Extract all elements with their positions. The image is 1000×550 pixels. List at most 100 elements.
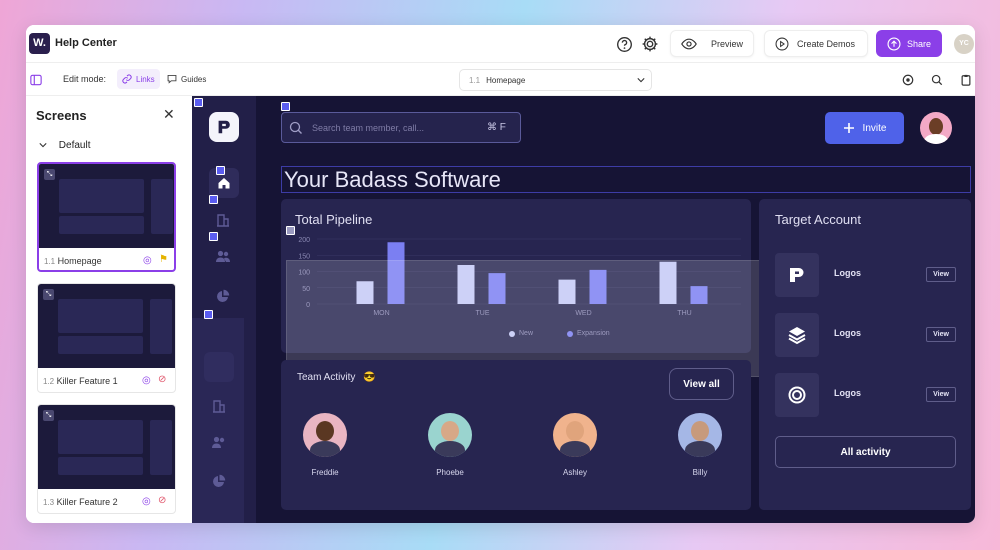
- users-icon[interactable]: [215, 249, 231, 268]
- member-avatar: [303, 413, 347, 457]
- screen-label: 1.1 Homepage: [44, 256, 102, 266]
- screen-group-default[interactable]: Default: [39, 140, 90, 151]
- screen-name: Homepage: [57, 256, 102, 266]
- thumbnail-preview-image: ⤡: [39, 164, 174, 248]
- screen-select[interactable]: 1.1 Homepage: [459, 69, 652, 91]
- target-icon[interactable]: ◎: [142, 496, 151, 507]
- member-name: Billy: [692, 468, 708, 477]
- search-icon[interactable]: [931, 73, 945, 87]
- hotspot-marker[interactable]: [209, 195, 218, 204]
- screen-number: 1.1: [44, 257, 56, 266]
- view-button[interactable]: View: [926, 387, 956, 402]
- chevron-down-icon: [39, 143, 47, 148]
- screen-label: 1.3 Killer Feature 2: [43, 497, 118, 507]
- message-icon: [167, 74, 177, 84]
- team-member[interactable]: Billy: [670, 413, 730, 477]
- hotspot-marker[interactable]: [216, 166, 225, 175]
- search-input[interactable]: Search team member, call... ⌘ F: [281, 112, 521, 143]
- building-icon[interactable]: [216, 213, 230, 232]
- account-row: Logos View: [775, 313, 956, 357]
- guides-label: Guides: [181, 74, 207, 84]
- user-avatar[interactable]: YC: [954, 34, 974, 54]
- create-demos-button[interactable]: Create Demos: [764, 30, 868, 57]
- hotspot-marker[interactable]: [204, 310, 213, 319]
- preview-label: Preview: [710, 38, 743, 49]
- screen-select-name: Homepage: [486, 75, 526, 85]
- app-window: W. Help Center Preview Create Demos Shar…: [26, 25, 975, 523]
- share-button[interactable]: Share: [876, 30, 942, 57]
- sunglasses-emoji: 😎: [363, 372, 376, 383]
- hotspot-marker[interactable]: [286, 226, 295, 235]
- thumbnail-team: [59, 216, 144, 234]
- screen-thumbnail[interactable]: ⤡ 1.2 Killer Feature 1 ◎ ⊘: [37, 283, 176, 393]
- thumbnail-team: [58, 457, 143, 475]
- sidebar-toggle-icon[interactable]: [30, 73, 44, 87]
- account-name: Logos: [834, 328, 861, 338]
- eye-icon: [681, 38, 697, 49]
- thumbnail-team: [58, 336, 143, 354]
- screen-label: 1.2 Killer Feature 1: [43, 376, 118, 386]
- hotspot-marker[interactable]: [209, 232, 218, 241]
- account-name: Logos: [834, 268, 861, 278]
- sidebar-title: Screens: [36, 108, 87, 123]
- team-member[interactable]: Freddie: [295, 413, 355, 477]
- target-account-panel: Target Account Logos View Logos View Log…: [759, 199, 971, 510]
- profile-avatar[interactable]: [920, 112, 952, 144]
- target-icon[interactable]: [902, 73, 916, 87]
- invite-label: Invite: [862, 122, 887, 134]
- member-avatar: [428, 413, 472, 457]
- hotspot-marker[interactable]: [281, 102, 290, 111]
- target-account-title: Target Account: [775, 212, 861, 227]
- chevron-down-icon: [637, 78, 645, 83]
- screen-thumbnail[interactable]: ⤡ 1.3 Killer Feature 2 ◎ ⊘: [37, 404, 176, 514]
- preview-canvas: Search team member, call... ⌘ F Invite Y…: [192, 96, 975, 523]
- flag-icon[interactable]: ⚑: [159, 254, 168, 265]
- guides-mode-button[interactable]: Guides: [165, 69, 213, 89]
- search-placeholder: Search team member, call...: [312, 123, 425, 133]
- screens-sidebar: Screens ✕ Default ⤡ 1.1 Homepage ◎ ⚑ ⤡ 1…: [26, 96, 192, 523]
- expand-icon[interactable]: ⤡: [43, 410, 54, 421]
- expand-icon[interactable]: ⤡: [43, 289, 54, 300]
- thumbnail-side-panel: [151, 179, 173, 234]
- ring-logo-icon: [775, 373, 819, 417]
- target-icon[interactable]: ◎: [143, 255, 152, 266]
- thumbnail-chart: [58, 299, 143, 333]
- search-icon: [289, 121, 302, 134]
- team-member[interactable]: Ashley: [545, 413, 605, 477]
- expand-icon[interactable]: ⤡: [44, 169, 55, 180]
- pie-chart-icon[interactable]: [216, 289, 230, 308]
- member-avatar: [553, 413, 597, 457]
- team-member[interactable]: Phoebe: [420, 413, 480, 477]
- home-icon-ghost: [204, 352, 234, 382]
- links-mode-button[interactable]: Links: [117, 69, 160, 89]
- users-icon: [211, 435, 227, 454]
- link-icon: [122, 74, 132, 84]
- edit-mode-label: Edit mode:: [63, 74, 107, 84]
- app-logo[interactable]: W.: [29, 33, 50, 54]
- group-label: Default: [58, 140, 91, 151]
- screen-thumbnail[interactable]: ⤡ 1.1 Homepage ◎ ⚑: [37, 162, 176, 272]
- view-button[interactable]: View: [926, 267, 956, 282]
- screen-name: Killer Feature 2: [56, 497, 118, 507]
- app-title: Help Center: [55, 37, 117, 49]
- unlink-icon[interactable]: ⊘: [158, 495, 166, 506]
- screen-number: 1.2: [43, 377, 55, 386]
- target-icon[interactable]: ◎: [142, 375, 151, 386]
- close-icon[interactable]: ✕: [163, 106, 175, 123]
- links-label: Links: [136, 74, 155, 84]
- view-all-button[interactable]: View all: [669, 368, 734, 400]
- gear-icon[interactable]: [640, 34, 660, 54]
- unlink-icon[interactable]: ⊘: [158, 374, 166, 385]
- top-bar: W. Help Center Preview Create Demos Shar…: [26, 25, 975, 63]
- play-circle-icon: [775, 37, 789, 50]
- hotspot-marker[interactable]: [194, 98, 203, 107]
- clipboard-icon[interactable]: [960, 73, 974, 87]
- account-row: Logos View: [775, 373, 956, 417]
- all-activity-button[interactable]: All activity: [775, 436, 956, 468]
- preview-app-sidebar: [192, 96, 256, 523]
- plus-icon: [843, 123, 854, 133]
- view-button[interactable]: View: [926, 327, 956, 342]
- help-icon[interactable]: [614, 34, 634, 54]
- invite-button[interactable]: Invite: [825, 112, 904, 144]
- preview-button[interactable]: Preview: [670, 30, 754, 57]
